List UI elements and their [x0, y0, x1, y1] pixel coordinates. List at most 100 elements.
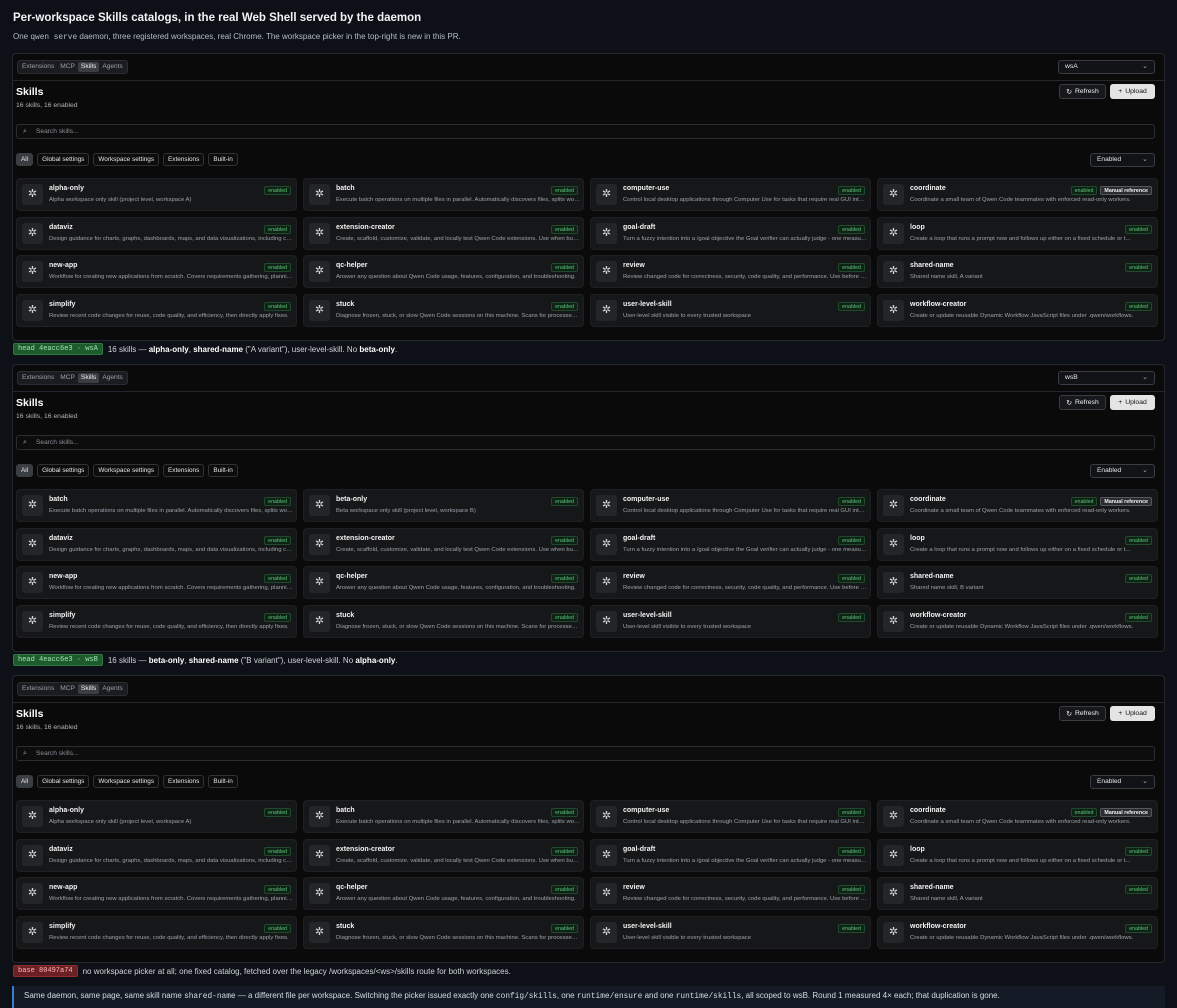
skill-card[interactable]: ✲ stuck Diagnose frozen, stuck, or slow Qw…	[303, 604, 584, 638]
filter-workspace-settings[interactable]: Workspace settings	[93, 153, 160, 166]
status-filter-select[interactable]: Enabled ⌄	[1090, 464, 1155, 478]
filter-chips: All Global settings Workspace settings Exte…	[16, 775, 238, 788]
refresh-button[interactable]: ↻ Refresh	[1059, 84, 1106, 99]
filter-global-settings[interactable]: Global settings	[37, 153, 90, 166]
skill-card[interactable]: ✲ workflow-creator Create or update reusab…	[877, 293, 1158, 327]
skill-card[interactable]: ✲ stuck Diagnose frozen, stuck, or slow Qw…	[303, 293, 584, 327]
skill-card[interactable]: ✲ goal-draft Turn a fuzzy intention into a…	[590, 838, 871, 872]
skill-card[interactable]: ✲ batch Execute batch operations on multip…	[303, 178, 584, 211]
skill-icon: ✲	[883, 495, 904, 516]
skill-description: Control local desktop applications throu…	[623, 819, 867, 825]
skill-card[interactable]: ✲ workflow-creator Create or update reusab…	[877, 915, 1158, 949]
tab-agents[interactable]: Agents	[99, 373, 126, 383]
skill-card[interactable]: ✲ new-app Workflow for creating new applic…	[16, 877, 297, 910]
skill-card[interactable]: ✲ dataviz Design guidance for charts, grap…	[16, 527, 297, 561]
tab-skills[interactable]: Skills	[77, 684, 100, 694]
skill-card[interactable]: ✲ computer-use Control local desktop appli…	[590, 800, 871, 833]
tab-mcp[interactable]: MCP	[57, 684, 78, 694]
skill-card[interactable]: ✲ extension-creator Create, scaffold, cust…	[303, 216, 584, 250]
skill-card[interactable]: ✲ qc-helper Answer any question about Qwen…	[303, 255, 584, 288]
skill-card[interactable]: ✲ shared-name Shared name skill, A variant…	[877, 877, 1158, 910]
skill-card[interactable]: ✲ qc-helper Answer any question about Qwen…	[303, 566, 584, 599]
workspace-picker[interactable]: wsB ⌄	[1058, 371, 1155, 385]
skill-card[interactable]: ✲ coordinate Coordinate a small team of Qw…	[877, 489, 1158, 522]
skill-card[interactable]: ✲ alpha-only Alpha workspace only skill (p…	[16, 800, 297, 833]
note-code: config/skills	[495, 993, 557, 1001]
tab-extensions[interactable]: Extensions	[19, 62, 57, 72]
skill-card[interactable]: ✲ qc-helper Answer any question about Qwen…	[303, 877, 584, 910]
enabled-badge: enabled	[1125, 224, 1152, 234]
skill-card[interactable]: ✲ coordinate Coordinate a small team of Qw…	[877, 800, 1158, 833]
workspace-picker[interactable]: wsA ⌄	[1058, 60, 1155, 74]
skill-card[interactable]: ✲ simplify Review recent code changes for …	[16, 293, 297, 327]
skill-card[interactable]: ✲ beta-only Beta workspace only skill (pro…	[303, 489, 584, 522]
search-input[interactable]: ⌕ Search skills...	[16, 746, 1155, 761]
skill-card[interactable]: ✲ review Review changed code for correctne…	[590, 255, 871, 288]
status-filter-select[interactable]: Enabled ⌄	[1090, 153, 1155, 167]
skill-badges: enabled	[551, 885, 578, 894]
skill-card[interactable]: ✲ extension-creator Create, scaffold, cust…	[303, 838, 584, 872]
filter-built-in[interactable]: Built-in	[208, 464, 238, 477]
skill-card[interactable]: ✲ review Review changed code for correctne…	[590, 877, 871, 910]
tab-skills[interactable]: Skills	[77, 62, 100, 72]
skill-card[interactable]: ✲ shared-name Shared name skill, B variant…	[877, 566, 1158, 599]
refresh-button[interactable]: ↻ Refresh	[1059, 706, 1106, 721]
skill-badges: enabled	[264, 923, 291, 933]
tab-agents[interactable]: Agents	[99, 62, 126, 72]
skill-card[interactable]: ✲ stuck Diagnose frozen, stuck, or slow Qw…	[303, 915, 584, 949]
tab-skills[interactable]: Skills	[77, 373, 100, 383]
skill-card[interactable]: ✲ loop Create a loop that runs a prompt no…	[877, 838, 1158, 872]
skill-card[interactable]: ✲ batch Execute batch operations on multip…	[16, 489, 297, 522]
skill-card[interactable]: ✲ extension-creator Create, scaffold, cust…	[303, 527, 584, 561]
filter-all[interactable]: All	[16, 464, 34, 477]
upload-button[interactable]: + Upload	[1110, 706, 1155, 721]
filter-workspace-settings[interactable]: Workspace settings	[93, 775, 160, 788]
skill-badges: enabled	[838, 535, 865, 545]
filter-extensions[interactable]: Extensions	[163, 153, 205, 166]
skill-card[interactable]: ✲ dataviz Design guidance for charts, grap…	[16, 838, 297, 872]
skill-card[interactable]: ✲ loop Create a loop that runs a prompt no…	[877, 216, 1158, 250]
skill-card[interactable]: ✲ simplify Review recent code changes for …	[16, 604, 297, 638]
upload-button[interactable]: + Upload	[1110, 395, 1155, 410]
skill-card[interactable]: ✲ workflow-creator Create or update reusab…	[877, 604, 1158, 638]
filter-extensions[interactable]: Extensions	[163, 464, 205, 477]
tab-extensions[interactable]: Extensions	[19, 373, 57, 383]
tab-mcp[interactable]: MCP	[57, 373, 78, 383]
skill-card[interactable]: ✲ loop Create a loop that runs a prompt no…	[877, 527, 1158, 561]
filter-all[interactable]: All	[16, 153, 34, 166]
skill-card[interactable]: ✲ user-level-skill User-level skill visibl…	[590, 604, 871, 638]
skill-card[interactable]: ✲ goal-draft Turn a fuzzy intention into a…	[590, 216, 871, 250]
skill-card[interactable]: ✲ dataviz Design guidance for charts, grap…	[16, 216, 297, 250]
filter-global-settings[interactable]: Global settings	[37, 464, 90, 477]
filter-all[interactable]: All	[16, 775, 34, 788]
skill-card[interactable]: ✲ batch Execute batch operations on multip…	[303, 800, 584, 833]
skill-card[interactable]: ✲ user-level-skill User-level skill visibl…	[590, 293, 871, 327]
skill-card[interactable]: ✲ new-app Workflow for creating new applic…	[16, 255, 297, 288]
filter-extensions[interactable]: Extensions	[163, 775, 205, 788]
skill-card[interactable]: ✲ computer-use Control local desktop appli…	[590, 178, 871, 211]
skill-card[interactable]: ✲ new-app Workflow for creating new applic…	[16, 566, 297, 599]
skill-badges: enabled	[1125, 923, 1152, 933]
filter-workspace-settings[interactable]: Workspace settings	[93, 464, 160, 477]
tab-agents[interactable]: Agents	[99, 684, 126, 694]
upload-button[interactable]: + Upload	[1110, 84, 1155, 99]
skill-card[interactable]: ✲ coordinate Coordinate a small team of Qw…	[877, 178, 1158, 211]
skill-card[interactable]: ✲ computer-use Control local desktop appli…	[590, 489, 871, 522]
tab-mcp[interactable]: MCP	[57, 62, 78, 72]
skill-card[interactable]: ✲ simplify Review recent code changes for …	[16, 915, 297, 949]
refresh-button[interactable]: ↻ Refresh	[1059, 395, 1106, 410]
search-placeholder: Search skills...	[36, 439, 79, 446]
skill-card[interactable]: ✲ alpha-only Alpha workspace only skill (p…	[16, 178, 297, 211]
tab-extensions[interactable]: Extensions	[19, 684, 57, 694]
skill-card[interactable]: ✲ review Review changed code for correctne…	[590, 566, 871, 599]
skill-card[interactable]: ✲ user-level-skill User-level skill visibl…	[590, 915, 871, 949]
filter-global-settings[interactable]: Global settings	[37, 775, 90, 788]
search-input[interactable]: ⌕ Search skills...	[16, 435, 1155, 450]
search-input[interactable]: ⌕ Search skills...	[16, 124, 1155, 139]
filter-built-in[interactable]: Built-in	[208, 153, 238, 166]
skill-card[interactable]: ✲ shared-name Shared name skill, A variant…	[877, 255, 1158, 288]
workspace-picker-value: wsA	[1065, 63, 1078, 70]
filter-built-in[interactable]: Built-in	[208, 775, 238, 788]
status-filter-select[interactable]: Enabled ⌄	[1090, 775, 1155, 789]
skill-card[interactable]: ✲ goal-draft Turn a fuzzy intention into a…	[590, 527, 871, 561]
